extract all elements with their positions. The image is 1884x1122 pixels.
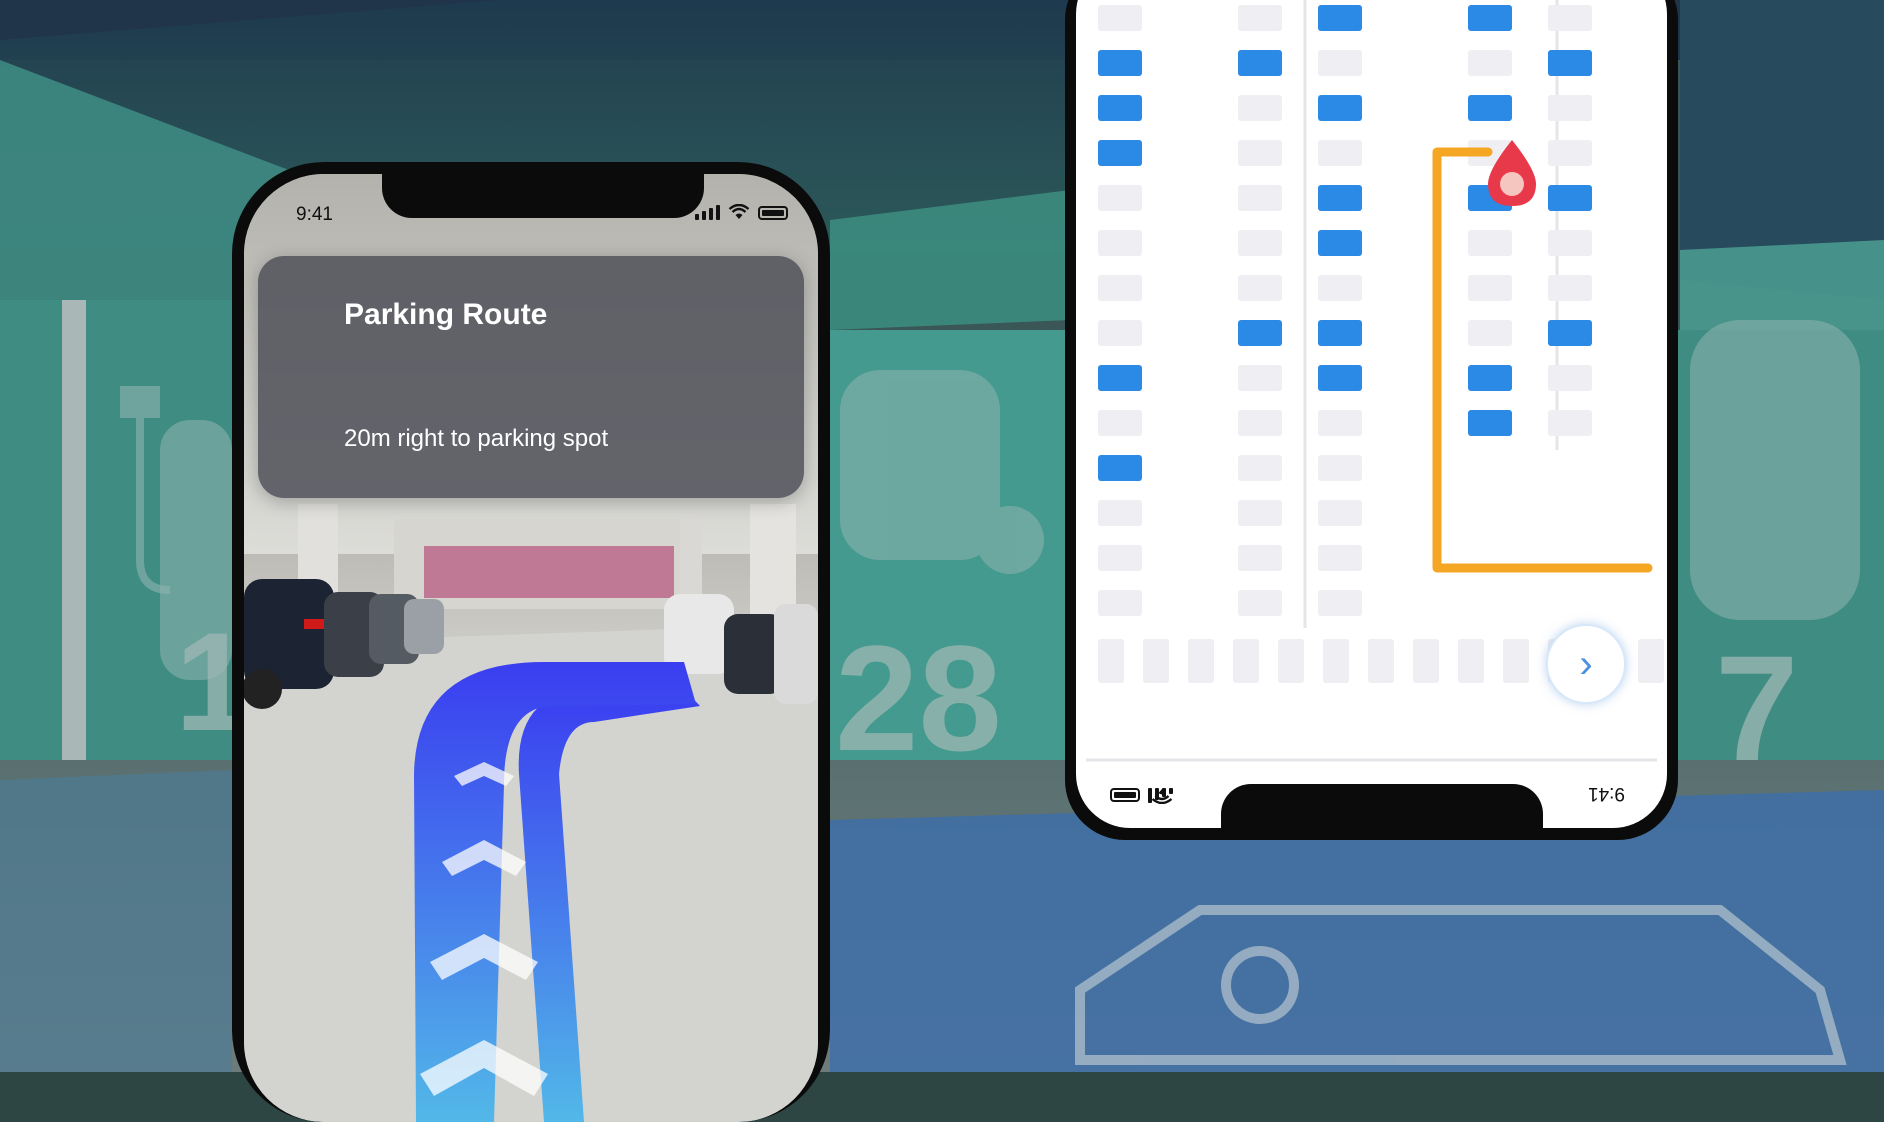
parking-spot-free bbox=[1238, 590, 1282, 616]
parking-spot-free bbox=[1098, 230, 1142, 256]
parking-spot-free bbox=[1188, 639, 1214, 683]
parking-spot-free bbox=[1143, 639, 1169, 683]
parking-spot-occupied bbox=[1468, 5, 1512, 31]
parking-spot-free bbox=[1548, 230, 1592, 256]
parking-spot-free bbox=[1238, 500, 1282, 526]
wifi-icon bbox=[1151, 789, 1173, 804]
parking-spot-occupied bbox=[1548, 50, 1592, 76]
parking-spot-free bbox=[1278, 639, 1304, 683]
parking-spot-free bbox=[1548, 275, 1592, 301]
map-screen: › 9:41 bbox=[1076, 0, 1667, 828]
parking-spot-occupied bbox=[1318, 365, 1362, 391]
card-title: Parking Route bbox=[344, 298, 548, 331]
parking-spot-free bbox=[1098, 500, 1142, 526]
parking-spot-free bbox=[1548, 410, 1592, 436]
parking-spot-free bbox=[1548, 95, 1592, 121]
parking-spot-free bbox=[1318, 500, 1362, 526]
cellular-signal-icon bbox=[695, 204, 720, 220]
parking-spot-free bbox=[1413, 639, 1439, 683]
route-info-card: Parking Route 20m right to parking spot bbox=[258, 256, 804, 498]
parking-spot-free bbox=[1318, 410, 1362, 436]
parking-spot-free bbox=[1468, 230, 1512, 256]
parking-spot-free bbox=[1468, 320, 1512, 346]
status-time: 9:41 bbox=[1588, 783, 1625, 804]
parking-spot-free bbox=[1318, 590, 1362, 616]
wifi-icon bbox=[728, 204, 750, 219]
status-time: 9:41 bbox=[296, 204, 333, 225]
parking-spot-free bbox=[1318, 140, 1362, 166]
parking-spot-free bbox=[1548, 140, 1592, 166]
parking-spot-free bbox=[1098, 410, 1142, 436]
parking-spot-free bbox=[1318, 275, 1362, 301]
parking-spot-occupied bbox=[1238, 50, 1282, 76]
ar-phone: 9:41 Parking Route 20m right to parking … bbox=[232, 162, 830, 1122]
status-bar: 9:41 bbox=[244, 198, 818, 228]
parking-spot-free bbox=[1238, 140, 1282, 166]
parking-spot-free bbox=[1098, 639, 1124, 683]
parking-spot-occupied bbox=[1318, 230, 1362, 256]
parking-spot-free bbox=[1098, 185, 1142, 211]
parking-spot-free bbox=[1318, 50, 1362, 76]
parking-spot-occupied bbox=[1318, 320, 1362, 346]
parking-spot-occupied bbox=[1098, 140, 1142, 166]
parking-spot-occupied bbox=[1468, 95, 1512, 121]
parking-spot-free bbox=[1238, 230, 1282, 256]
parking-spot-occupied bbox=[1548, 320, 1592, 346]
status-bar: 9:41 bbox=[1076, 778, 1667, 808]
parking-spot-free bbox=[1098, 545, 1142, 571]
spot-number-7: 7 bbox=[1715, 624, 1798, 792]
spot-number-28: 28 bbox=[835, 614, 1002, 782]
route-line bbox=[1432, 147, 1653, 573]
parking-map bbox=[1086, 0, 1664, 762]
parking-spot-occupied bbox=[1098, 95, 1142, 121]
card-subtitle: 20m right to parking spot bbox=[344, 425, 609, 452]
parking-spot-free bbox=[1548, 5, 1592, 31]
parking-spot-free bbox=[1238, 95, 1282, 121]
parking-spot-occupied bbox=[1468, 365, 1512, 391]
parking-spot-free bbox=[1503, 639, 1529, 683]
parking-spot-free bbox=[1238, 410, 1282, 436]
parking-spot-free bbox=[1238, 275, 1282, 301]
parking-spot-free bbox=[1098, 320, 1142, 346]
parking-spot-occupied bbox=[1098, 50, 1142, 76]
parking-spot-occupied bbox=[1238, 320, 1282, 346]
parking-spot-occupied bbox=[1098, 365, 1142, 391]
parking-spot-free bbox=[1238, 5, 1282, 31]
parking-spot-occupied bbox=[1548, 185, 1592, 211]
parking-spot-free bbox=[1368, 639, 1394, 683]
parking-spot-occupied bbox=[1318, 185, 1362, 211]
battery-icon bbox=[758, 206, 788, 220]
parking-spot-occupied bbox=[1318, 95, 1362, 121]
ar-screen: 9:41 Parking Route 20m right to parking … bbox=[244, 174, 818, 1122]
chevron-right-icon: › bbox=[1579, 641, 1593, 686]
parking-spot-free bbox=[1098, 590, 1142, 616]
parking-spot-free bbox=[1238, 455, 1282, 481]
map-phone: › 9:41 bbox=[1065, 0, 1678, 840]
parking-spot-free bbox=[1468, 275, 1512, 301]
battery-icon bbox=[1110, 788, 1140, 802]
parking-spot-free bbox=[1238, 365, 1282, 391]
parking-spot-free bbox=[1458, 639, 1484, 683]
parking-spot-free bbox=[1233, 639, 1259, 683]
parking-spot-free bbox=[1238, 545, 1282, 571]
parking-spot-free bbox=[1238, 185, 1282, 211]
parking-spot-free bbox=[1548, 365, 1592, 391]
parking-spot-occupied bbox=[1318, 5, 1362, 31]
parking-spot-free bbox=[1468, 50, 1512, 76]
parking-spot-free bbox=[1323, 639, 1349, 683]
parking-spot-free bbox=[1318, 455, 1362, 481]
parking-spot-occupied bbox=[1098, 455, 1142, 481]
parking-spot-occupied bbox=[1468, 410, 1512, 436]
next-button[interactable]: › bbox=[1546, 624, 1626, 704]
parking-spot-free bbox=[1098, 275, 1142, 301]
parking-spot-free bbox=[1318, 545, 1362, 571]
parking-spot-free bbox=[1098, 5, 1142, 31]
parking-spot-free bbox=[1638, 639, 1664, 683]
